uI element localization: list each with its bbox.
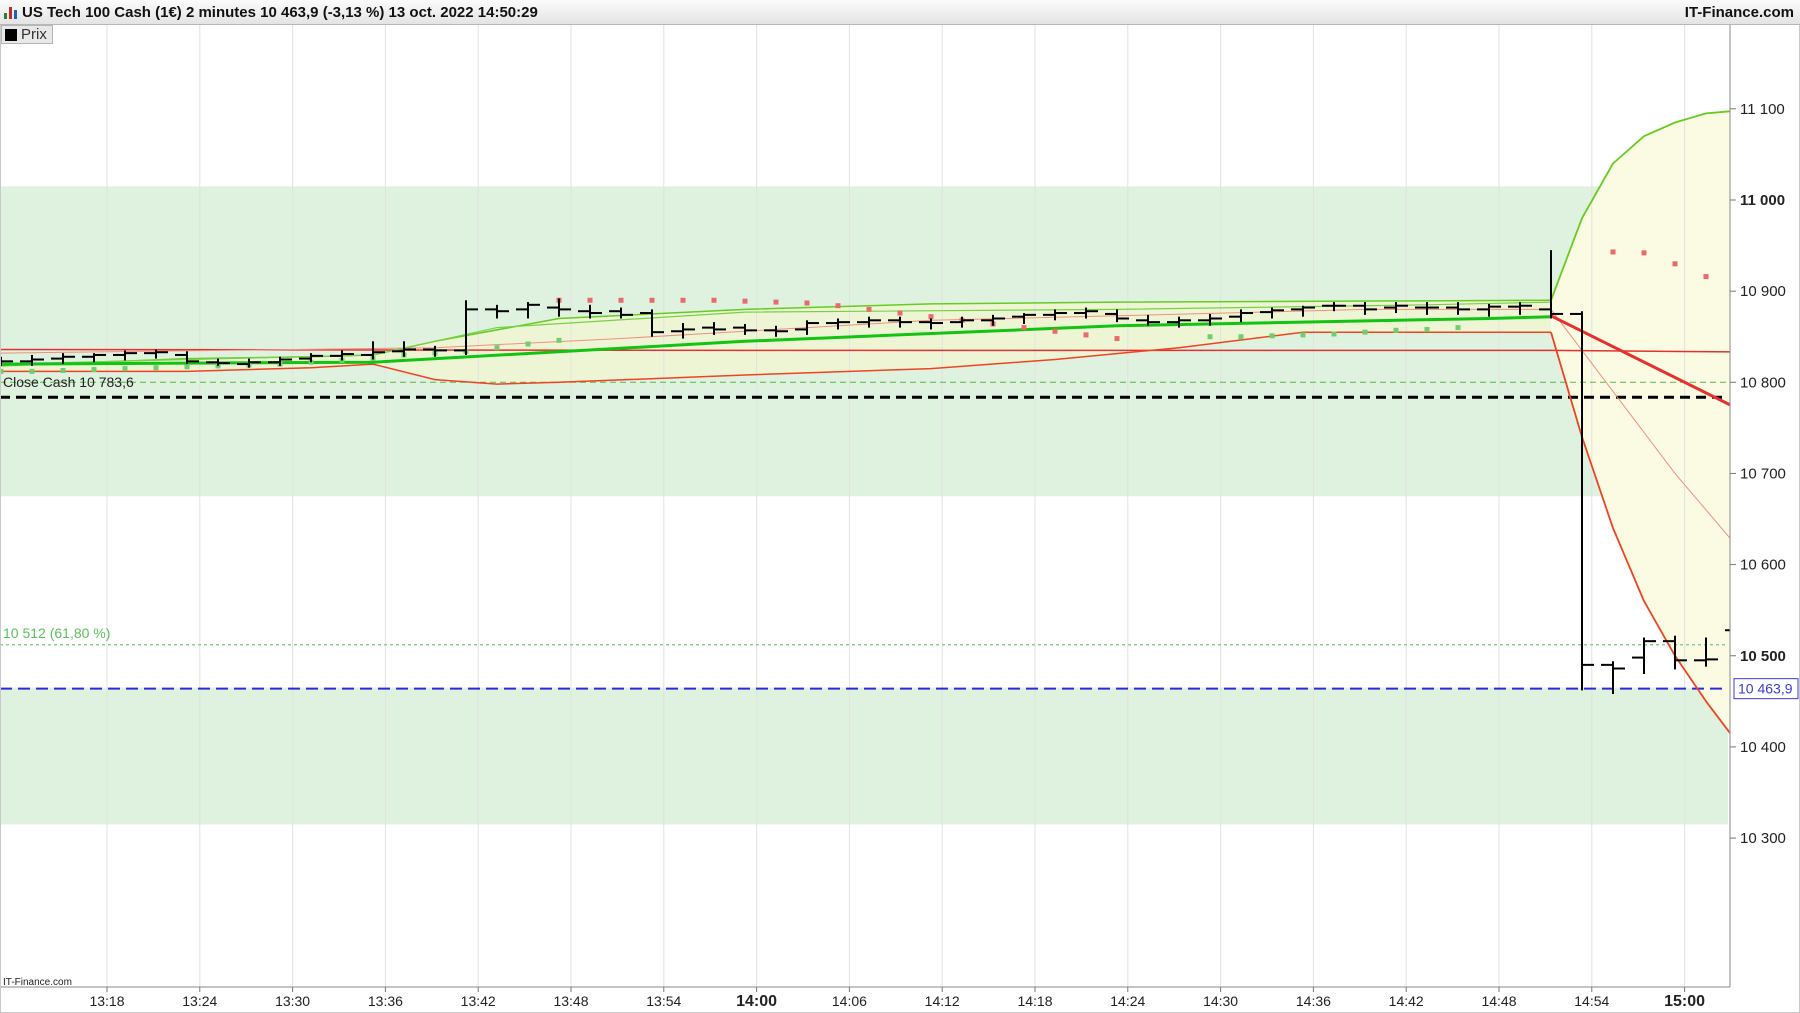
- chart-title: US Tech 100 Cash (1€) 2 minutes 10 463,9…: [22, 4, 538, 21]
- dot-green-18: [556, 337, 562, 343]
- dot-red-22: [1703, 274, 1709, 280]
- time-tick-label-13:18: 13:18: [89, 993, 124, 1009]
- chart-icon: [4, 5, 18, 19]
- price-tick-label-10800: 10 800: [1740, 374, 1786, 391]
- time-axis-bg: [0, 987, 1800, 1013]
- price-tick-label-11200: 11 200: [1740, 25, 1785, 27]
- dot-red-19: [1610, 249, 1616, 255]
- dot-red-4: [680, 297, 686, 303]
- ref-line-label-2: 10 512 (61,80 %): [3, 625, 110, 641]
- dot-green-16: [494, 345, 500, 351]
- legend-swatch-icon: [5, 28, 17, 41]
- grid: [106, 25, 1686, 987]
- time-tick-label-13:30: 13:30: [275, 993, 310, 1009]
- time-tick-label-13:42: 13:42: [461, 993, 496, 1009]
- zone-1: [0, 687, 1728, 825]
- price-tick-label-10700: 10 700: [1740, 465, 1786, 482]
- price-tick-label-10900: 10 900: [1740, 283, 1786, 300]
- dot-green-3: [91, 367, 97, 373]
- time-tick-label-14:18: 14:18: [1017, 993, 1052, 1009]
- dot-green-1: [29, 368, 35, 374]
- ohlc-bar-53: [1632, 637, 1656, 674]
- dot-red-16: [1052, 328, 1058, 334]
- dot-green-4: [122, 366, 128, 372]
- price-tick-label-11000: 11 000: [1740, 192, 1785, 209]
- price-tick-label-10400: 10 400: [1740, 739, 1786, 756]
- legend-label: Prix: [21, 26, 47, 43]
- dot-green-26: [1424, 326, 1430, 332]
- dot-green-25: [1393, 327, 1399, 333]
- time-tick-label-14:24: 14:24: [1110, 993, 1145, 1009]
- dot-green-5: [153, 365, 159, 371]
- time-axis: 13:18 13:24 13:30 13:36 13:42 13:48 13:54 14:00…: [0, 986, 1800, 1013]
- time-tick-label-14:42: 14:42: [1389, 993, 1424, 1009]
- dot-green-17: [525, 341, 531, 347]
- legend[interactable]: Prix: [1, 25, 53, 44]
- dot-green-23: [1331, 331, 1337, 337]
- dot-green-24: [1362, 329, 1368, 335]
- time-tick-label-13:48: 13:48: [553, 993, 588, 1009]
- dot-red-21: [1672, 261, 1678, 267]
- dot-green-21: [1269, 333, 1275, 339]
- dot-red-7: [773, 299, 779, 305]
- dot-red-15: [1021, 325, 1027, 331]
- dot-green-27: [1455, 325, 1461, 331]
- dot-green-19: [1207, 334, 1213, 340]
- time-tick-label-15:00: 15:00: [1664, 993, 1705, 1010]
- support-resistance-zones: [0, 186, 1728, 825]
- time-tick-label-14:12: 14:12: [925, 993, 960, 1009]
- title-bar: US Tech 100 Cash (1€) 2 minutes 10 463,9…: [0, 0, 1800, 25]
- price-tick-label-10500: 10 500: [1740, 648, 1786, 665]
- dot-red-9: [835, 303, 841, 309]
- dot-red-2: [618, 297, 624, 303]
- time-tick-label-14:36: 14:36: [1296, 993, 1331, 1009]
- price-tick-label-11100: 11 100: [1740, 101, 1785, 118]
- price-axis: 11 200 11 100 11 000 10 900 10 800 10 700 10 6…: [1729, 25, 1800, 987]
- dot-red-10: [866, 306, 872, 312]
- dot-red-11: [897, 310, 903, 316]
- dot-green-20: [1238, 334, 1244, 340]
- dot-red-6: [742, 298, 748, 304]
- ref-line-label-1: Close Cash 10 783,6: [3, 374, 134, 390]
- time-tick-label-13:54: 13:54: [646, 993, 681, 1009]
- time-tick-label-13:36: 13:36: [368, 993, 403, 1009]
- time-tick-label-14:54: 14:54: [1574, 993, 1609, 1009]
- current-price-label: 10 463,9: [1738, 681, 1793, 697]
- dot-red-18: [1114, 336, 1120, 342]
- dot-green-22: [1300, 332, 1306, 338]
- dot-red-3: [649, 297, 655, 303]
- time-tick-label-14:30: 14:30: [1203, 993, 1238, 1009]
- price-tick-label-10300: 10 300: [1740, 830, 1786, 847]
- dot-green-6: [184, 364, 190, 370]
- dot-red-5: [711, 297, 717, 303]
- dot-green-2: [60, 367, 66, 373]
- dot-green-0: [0, 368, 4, 374]
- time-tick-label-13:24: 13:24: [182, 993, 217, 1009]
- dot-red-20: [1641, 250, 1647, 256]
- dot-red-17: [1083, 332, 1089, 338]
- price-tick-label-10600: 10 600: [1740, 557, 1786, 574]
- time-tick-label-14:48: 14:48: [1481, 993, 1516, 1009]
- dot-red-1: [587, 297, 593, 303]
- price-chart[interactable]: Close Cash 10 783,6 10 512 (61,80 %) 11 2…: [0, 25, 1800, 1013]
- dot-red-8: [804, 300, 810, 306]
- dot-red-12: [928, 314, 934, 320]
- time-tick-label-14:06: 14:06: [832, 993, 867, 1009]
- time-tick-label-14:00: 14:00: [736, 993, 777, 1010]
- watermark-label: IT-Finance.com: [3, 977, 72, 988]
- brand-label[interactable]: IT-Finance.com: [1685, 4, 1794, 21]
